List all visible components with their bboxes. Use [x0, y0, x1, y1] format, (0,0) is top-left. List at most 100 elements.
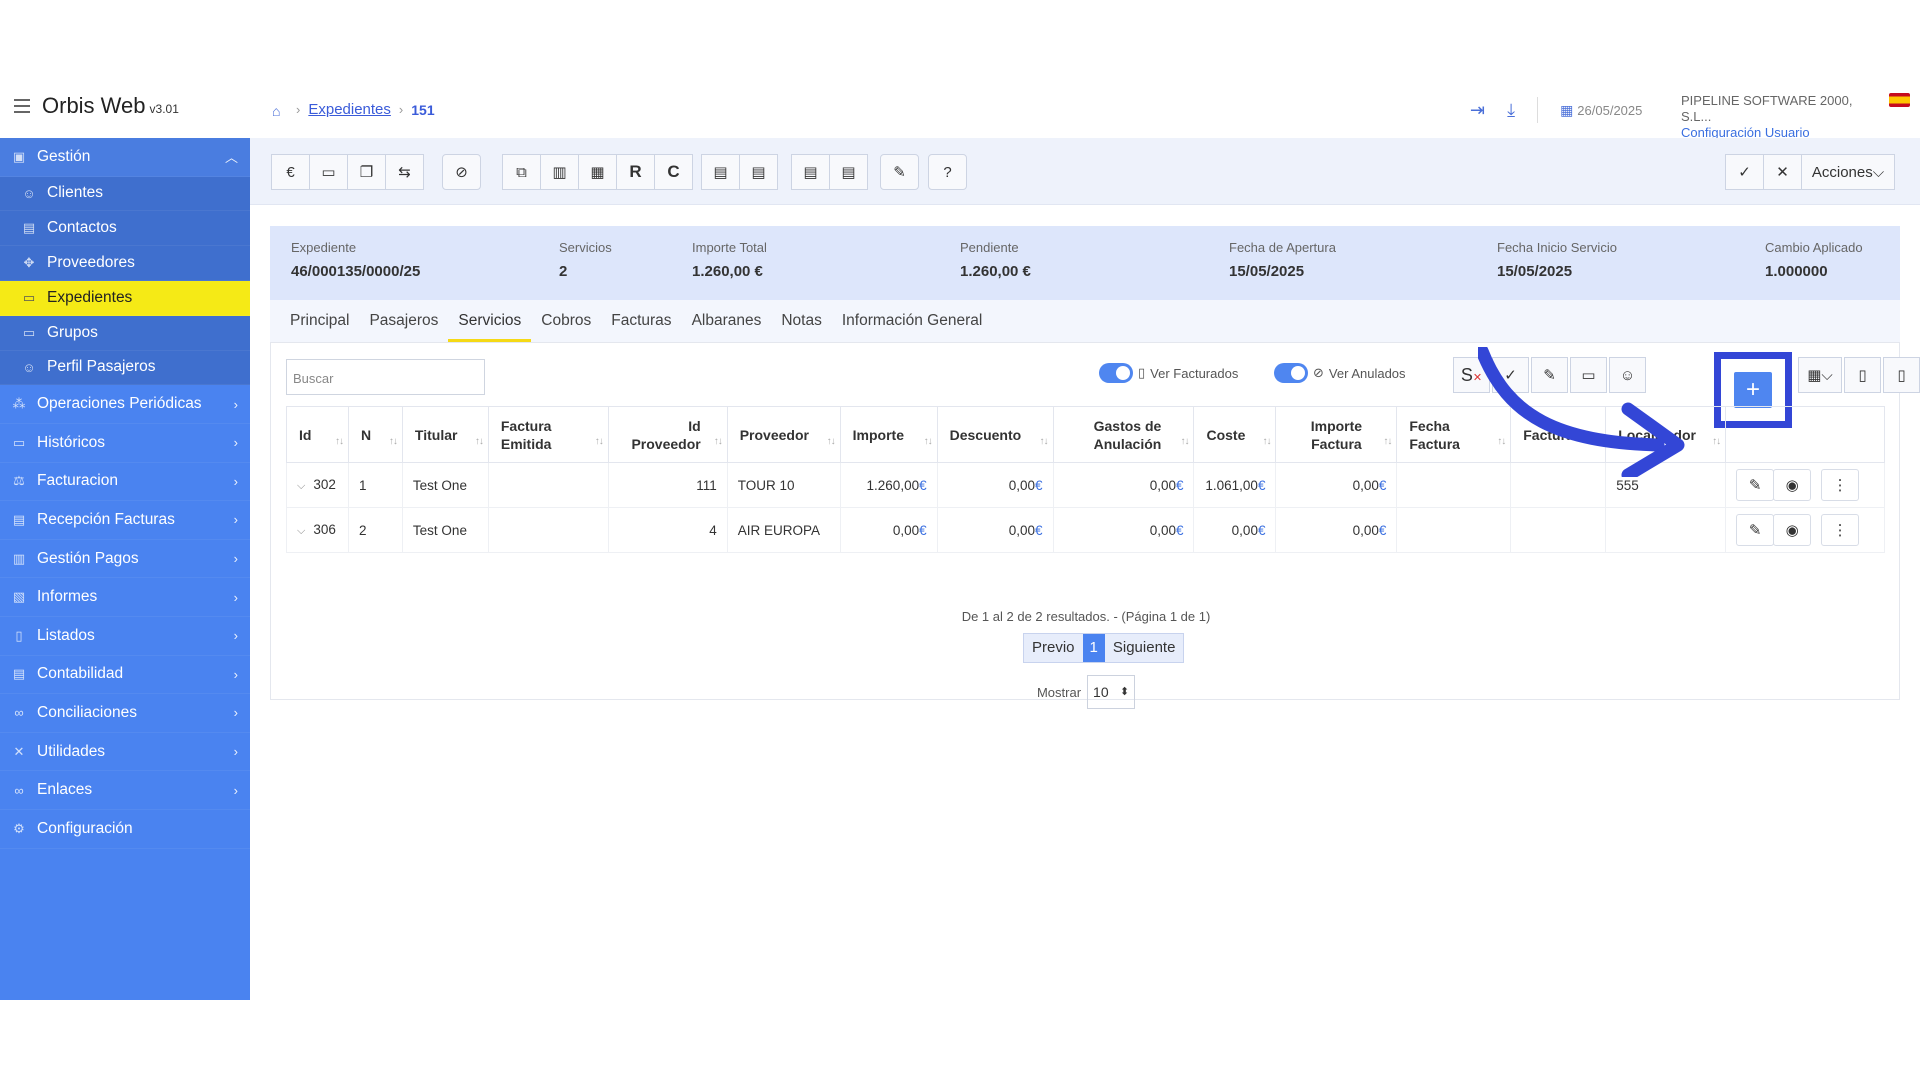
login-icon[interactable]: ⇥: [1470, 100, 1485, 121]
summary-value: 46/000135/0000/25: [291, 263, 421, 280]
export-excel-button[interactable]: ▯: [1844, 357, 1881, 393]
columns-dropdown[interactable]: ▦⌵: [1798, 357, 1842, 393]
breadcrumb-expedientes[interactable]: Expedientes: [308, 101, 391, 118]
view-button[interactable]: ◉: [1773, 514, 1812, 546]
col-id[interactable]: Id ↑↓: [286, 406, 349, 463]
col-coste[interactable]: Coste ↑↓: [1193, 406, 1277, 463]
sort-icon[interactable]: ↑↓: [595, 433, 604, 451]
sidebar-item-contabilidad[interactable]: ▤ Contabilidad ›: [0, 656, 250, 695]
copy-button[interactable]: ❐: [347, 154, 386, 190]
sidebar-item-configuracion[interactable]: ⚙ Configuración: [0, 810, 250, 849]
sort-icon[interactable]: ↑↓: [827, 433, 836, 451]
sort-icon[interactable]: ↑↓: [1040, 433, 1049, 451]
col-titular[interactable]: Titular ↑↓: [401, 406, 489, 463]
cell-text: 0,00: [1352, 477, 1379, 493]
view-button[interactable]: ◉: [1773, 469, 1812, 501]
toggle-switch[interactable]: [1274, 363, 1308, 383]
sidebar-item-facturacion[interactable]: ⚖ Facturacion ›: [0, 463, 250, 502]
calendar-check-button[interactable]: ▦: [578, 154, 617, 190]
move-button[interactable]: ⧉: [502, 154, 541, 190]
col-factura-emitida[interactable]: Factura Emitida ↑↓: [487, 406, 609, 463]
page-1-button[interactable]: 1: [1082, 634, 1105, 662]
spain-flag-icon[interactable]: [1889, 93, 1910, 107]
tab-notas[interactable]: Notas: [771, 300, 832, 342]
next-page-button[interactable]: Siguiente: [1105, 634, 1184, 662]
sidebar-item-enlaces[interactable]: ∞ Enlaces ›: [0, 771, 250, 810]
col-importe-factura[interactable]: Importe Factura ↑↓: [1275, 406, 1398, 463]
sidebar-item-perfil-pasajeros[interactable]: ☺ Perfil Pasajeros: [0, 350, 250, 386]
sidebar-label: Listados: [37, 626, 95, 644]
tab-pasajeros[interactable]: Pasajeros: [359, 300, 448, 342]
table-row[interactable]: ⌵ 306 2 Test One 4 AIR EUROPA 0,00€ 0,00€…: [286, 507, 1885, 553]
sort-icon[interactable]: ↑↓: [1180, 433, 1189, 451]
c-button[interactable]: C: [654, 154, 693, 190]
tab-cobros[interactable]: Cobros: [531, 300, 601, 342]
sidebar-item-recepcion[interactable]: ▤ Recepción Facturas ›: [0, 501, 250, 540]
more-button[interactable]: ⋮: [1821, 514, 1860, 546]
chevron-down-icon[interactable]: ⌵: [297, 525, 305, 537]
sidebar-item-conciliaciones[interactable]: ∞ Conciliaciones ›: [0, 694, 250, 733]
header-date[interactable]: ▦ 26/05/2025: [1560, 102, 1642, 119]
sidebar-item-listados[interactable]: ▯ Listados ›: [0, 617, 250, 656]
confirm-button[interactable]: ✓: [1725, 154, 1764, 190]
edit-button[interactable]: ✎: [1736, 469, 1775, 501]
sidebar-item-historicos[interactable]: ▭ Históricos ›: [0, 424, 250, 463]
sort-icon[interactable]: ↑↓: [1383, 433, 1392, 451]
sort-icon[interactable]: ↑↓: [1262, 433, 1271, 451]
page-size-select[interactable]: 10: [1087, 675, 1136, 709]
toggle-ver-anulados[interactable]: ⊘ Ver Anulados: [1274, 363, 1406, 383]
luggage-button[interactable]: ▥: [540, 154, 579, 190]
toggle-switch[interactable]: [1099, 363, 1133, 383]
close-button[interactable]: ✕: [1763, 154, 1802, 190]
tab-facturas[interactable]: Facturas: [601, 300, 681, 342]
col-gastos-anulacion[interactable]: Gastos de Anulación ↑↓: [1052, 406, 1195, 463]
more-button[interactable]: ⋮: [1821, 469, 1860, 501]
prev-page-button[interactable]: Previo: [1024, 634, 1083, 662]
sort-icon[interactable]: ↑↓: [924, 433, 933, 451]
folder-button[interactable]: ▭: [309, 154, 348, 190]
tab-informacion-general[interactable]: Información General: [832, 300, 992, 342]
sort-icon[interactable]: ↑↓: [1712, 433, 1721, 451]
invoice-clock-button[interactable]: ▤: [701, 154, 740, 190]
r-button[interactable]: R: [616, 154, 655, 190]
cancel-button[interactable]: ⊘: [442, 154, 481, 190]
sidebar-item-utilidades[interactable]: ✕ Utilidades ›: [0, 733, 250, 772]
search-input[interactable]: Buscar: [286, 359, 485, 395]
menu-icon[interactable]: [14, 99, 30, 113]
chevron-down-icon[interactable]: ⌵: [297, 480, 305, 492]
toggle-ver-facturados[interactable]: ▯ Ver Facturados: [1099, 363, 1238, 383]
tab-servicios[interactable]: Servicios: [448, 300, 532, 342]
sort-icon[interactable]: ↑↓: [335, 433, 344, 451]
tab-principal[interactable]: Principal: [280, 300, 359, 342]
invoice-user-button[interactable]: ▤: [739, 154, 778, 190]
col-id-proveedor[interactable]: Id Proveedor ↑↓: [607, 406, 728, 463]
tab-albaranes[interactable]: Albaranes: [682, 300, 772, 342]
export-pdf-button[interactable]: ▯: [1883, 357, 1920, 393]
help-button[interactable]: ?: [928, 154, 967, 190]
sidebar-item-contactos[interactable]: ▤ Contactos: [0, 211, 250, 247]
sidebar-item-grupos[interactable]: ▭ Grupos: [0, 315, 250, 351]
col-descuento[interactable]: Descuento ↑↓: [936, 406, 1054, 463]
sidebar-item-gestion-pagos[interactable]: ▥ Gestión Pagos ›: [0, 540, 250, 579]
sidebar-item-clientes[interactable]: ☺ Clientes: [0, 176, 250, 212]
sidebar-item-operaciones[interactable]: ⁂ Operaciones Periódicas ›: [0, 385, 250, 424]
col-proveedor[interactable]: Proveedor ↑↓: [726, 406, 841, 463]
documents-button[interactable]: ▤: [829, 154, 868, 190]
attach-button[interactable]: ✎: [880, 154, 919, 190]
download-icon[interactable]: ⤓: [1507, 100, 1515, 121]
edit-button[interactable]: ✎: [1736, 514, 1775, 546]
sidebar-item-gestion[interactable]: ▣ Gestión ︿: [0, 138, 250, 177]
transfer-button[interactable]: ⇆: [385, 154, 424, 190]
sort-icon[interactable]: ↑↓: [714, 433, 723, 451]
home-icon[interactable]: ⌂: [272, 103, 288, 119]
acciones-dropdown[interactable]: Acciones ⌵: [1801, 154, 1895, 190]
sort-icon[interactable]: ↑↓: [389, 433, 398, 451]
sort-icon[interactable]: ↑↓: [475, 433, 484, 451]
col-n[interactable]: N ↑↓: [347, 406, 403, 463]
euro-button[interactable]: €: [271, 154, 310, 190]
sidebar-item-proveedores[interactable]: ✥ Proveedores: [0, 246, 250, 281]
sidebar-item-informes[interactable]: ▧ Informes ›: [0, 578, 250, 617]
add-document-button[interactable]: ▤: [791, 154, 830, 190]
col-importe[interactable]: Importe ↑↓: [839, 406, 938, 463]
sidebar-item-expedientes[interactable]: ▭ Expedientes: [0, 280, 258, 316]
